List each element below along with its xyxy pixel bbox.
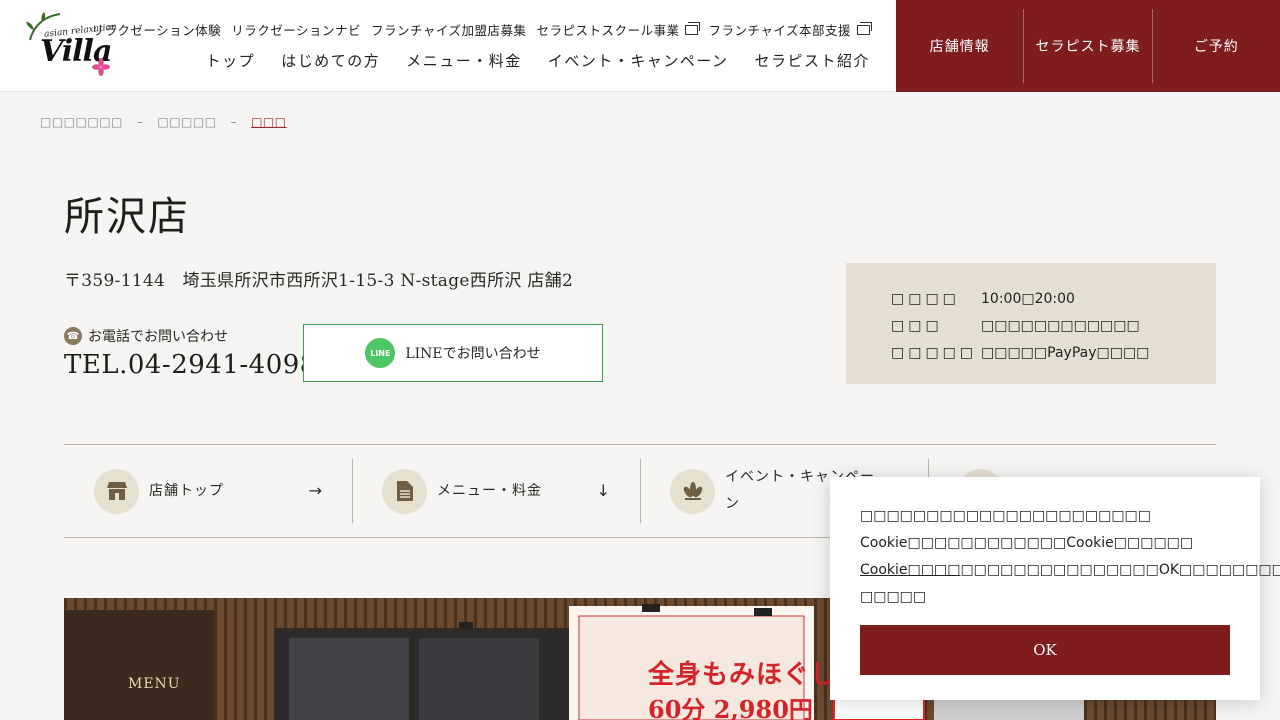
tab-label: 店舗トップ [149, 482, 224, 499]
nav-menu-price[interactable]: メニュー・料金 [406, 50, 522, 71]
info-row: □□□□□ □□□□□PayPay□□□□ [891, 344, 1150, 361]
cookie-ok-button[interactable]: OK [860, 625, 1230, 675]
document-icon [382, 468, 427, 514]
utility-nav: リラクゼーション体験 リラクゼーションナビ フランチャイズ加盟店募集 セラピスト… [81, 20, 872, 39]
tel-label-text: お電話でお問い合わせ [88, 329, 228, 345]
photo-sign-menu: MENU [128, 676, 181, 692]
lotus-icon [92, 58, 110, 76]
reservation-button[interactable]: ご予約 [1151, 9, 1280, 83]
site-header: asian relaxation Villa リラクゼーション体験 リラクゼーシ… [0, 0, 1280, 92]
info-row: □□□ □□□□□□□□□□□□ [891, 317, 1140, 334]
phone-number[interactable]: TEL.04-2941-4098 [64, 350, 317, 380]
nav-event-campaign[interactable]: イベント・キャンペーン [548, 50, 729, 71]
breadcrumb-home[interactable]: □□□□□□□ [40, 115, 123, 129]
nav-relax-experience[interactable]: リラクゼーション体験 [91, 20, 221, 39]
nav-top[interactable]: トップ [206, 50, 256, 71]
header-cta: 店舗情報 セラピスト募集 ご予約 [896, 0, 1280, 92]
photo-sign-price: 60分 2,980円 [648, 695, 813, 720]
line-contact-button[interactable]: LINE LINEでお問い合わせ [303, 324, 603, 382]
tel-label: ☎ お電話でお問い合わせ [64, 326, 228, 346]
nav-first-time[interactable]: はじめての方 [281, 50, 380, 71]
tab-label: メニュー・料金 [437, 482, 542, 499]
phone-icon: ☎ [64, 327, 82, 345]
shop-icon [94, 468, 139, 514]
store-hours-box: □□□□ 10:00□20:00 □□□ □□□□□□□□□□□□ □□□□□ □□□… [846, 263, 1216, 384]
cookie-text-line: □□□□□□□□□□□□□□□OK□□□□□□□□□ [960, 562, 1280, 578]
external-link-icon [857, 21, 872, 35]
store-address: 〒359-1144 埼玉県所沢市西所沢1-15-3 N-stage西所沢 店舗2 [64, 271, 574, 291]
cookie-banner: □□□□□□□□□□□□□□□□□□□□□□ Cookie□□□□□□□□□□□… [830, 477, 1280, 700]
tab-menu-price[interactable]: メニュー・料金 ↓ [352, 445, 640, 537]
therapist-recruit-button[interactable]: セラピスト募集 [1023, 9, 1151, 83]
external-link-icon [685, 21, 701, 35]
flower-icon [670, 468, 715, 514]
nav-franchise-support[interactable]: フランチャイズ本部支援 [708, 20, 872, 39]
photo-sign-main: 全身もみほぐし [648, 660, 838, 690]
breadcrumb: □□□□□□□ – □□□□□ – □□□ [40, 115, 287, 129]
nav-therapist-school[interactable]: セラピストスクール事業 [536, 20, 701, 39]
nav-therapist-intro[interactable]: セラピスト紹介 [754, 50, 870, 71]
breadcrumb-stores[interactable]: □□□□□ [157, 115, 216, 129]
line-icon: LINE [365, 338, 396, 368]
breadcrumb-current[interactable]: □□□ [251, 115, 287, 129]
tab-store-top[interactable]: 店舗トップ → [64, 445, 352, 537]
line-contact-label: LINEでお問い合わせ [405, 346, 541, 362]
main-nav: トップ はじめての方 メニュー・料金 イベント・キャンペーン セラピスト紹介 [180, 50, 870, 71]
store-info-button[interactable]: 店舗情報 [896, 9, 1023, 83]
nav-franchise-recruit[interactable]: フランチャイズ加盟店募集 [371, 20, 527, 39]
info-row: □□□□ 10:00□20:00 [891, 290, 1075, 307]
arrow-down-icon: ↓ [596, 481, 610, 500]
cookie-text-line: □□□□□ [860, 589, 927, 605]
arrow-right-icon: → [308, 481, 322, 500]
cookie-policy-link[interactable]: Cookie□□□□ [860, 562, 960, 578]
nav-relax-navi[interactable]: リラクゼーションナビ [231, 20, 361, 39]
cookie-text-line: □□□□□□□□□□□□□□□□□□□□□□ [860, 508, 1152, 524]
cookie-text-line: Cookie□□□□□□□□□□□□Cookie□□□□□□ [860, 535, 1194, 551]
page-title: 所沢店 [64, 194, 190, 240]
